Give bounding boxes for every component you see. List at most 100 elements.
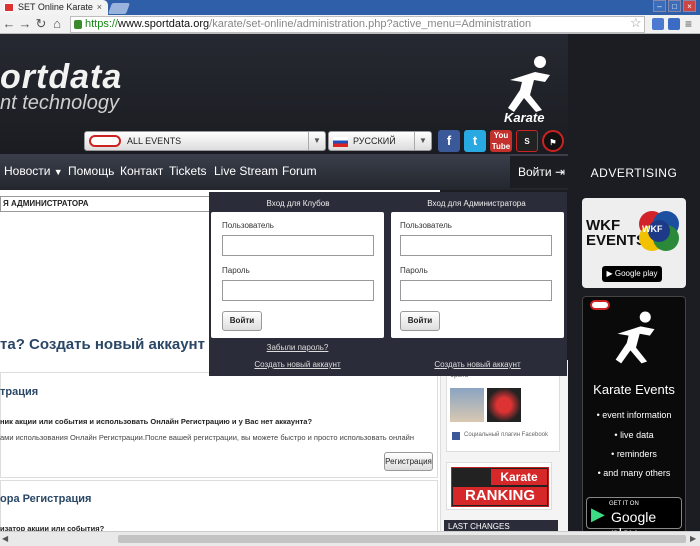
- close-window-icon[interactable]: ×: [683, 0, 696, 12]
- window-controls: – □ ×: [653, 0, 696, 13]
- section-title: трация: [0, 386, 39, 398]
- ranking-text: RANKING: [453, 487, 547, 505]
- scrollbar-thumb[interactable]: [118, 535, 686, 543]
- facebook-photo[interactable]: [487, 388, 521, 422]
- karate-app-icon[interactable]: ⚑: [542, 130, 564, 152]
- admin-password-input[interactable]: [400, 280, 552, 301]
- wkf-logo-text: WKF: [642, 224, 663, 234]
- admin-login-tab[interactable]: Я АДМИНИСТРАТОРА: [0, 196, 210, 212]
- russia-flag-icon: [333, 137, 348, 147]
- menu-icon[interactable]: ≡: [685, 17, 692, 31]
- wkf-events-ad[interactable]: WKF EVENTS WKF ▶ Google play: [582, 198, 686, 288]
- username-label: Пользователь: [222, 221, 274, 230]
- ke-feature: • live data: [614, 430, 654, 440]
- forward-icon[interactable]: →: [18, 16, 32, 32]
- url-scheme: https://: [85, 18, 119, 30]
- favicon-icon: [4, 3, 14, 12]
- address-bar[interactable]: https://www.sportdata.org/karate/set-onl…: [70, 16, 645, 33]
- nav-item-tickets[interactable]: Tickets: [169, 164, 207, 178]
- sportdata-logo-icon: [89, 135, 121, 147]
- facebook-icon[interactable]: f: [438, 130, 460, 152]
- login-icon: ⇥: [554, 165, 565, 179]
- minimize-icon[interactable]: –: [653, 0, 666, 12]
- ke-feature-label: event information: [602, 410, 672, 420]
- admin-username-input[interactable]: [400, 235, 552, 256]
- nav-item-news[interactable]: Новости ▼: [4, 164, 63, 178]
- scroll-left-icon[interactable]: ◀: [2, 534, 8, 543]
- ke-feature: • event information: [596, 410, 672, 420]
- event-select[interactable]: ALL EVENTS ▼: [84, 131, 326, 151]
- reload-icon[interactable]: ↻: [34, 16, 48, 32]
- wkf-ad-title: WKF EVENTS: [586, 217, 647, 249]
- maximize-icon[interactable]: □: [668, 0, 681, 12]
- club-create-account-link[interactable]: Создать новый аккаунт: [211, 360, 384, 369]
- ke-feature: • and many others: [597, 468, 671, 478]
- admin-create-account-link[interactable]: Создать новый аккаунт: [391, 360, 564, 369]
- nav-item-forum[interactable]: Forum: [282, 164, 317, 178]
- bookmark-star-icon[interactable]: ☆: [630, 15, 642, 31]
- twitter-icon[interactable]: t: [464, 130, 486, 152]
- home-icon[interactable]: ⌂: [50, 16, 64, 32]
- get-it-on-text: GET IT ON: [609, 501, 639, 507]
- club-login-title: Вход для Клубов: [266, 199, 330, 208]
- forgot-password-link[interactable]: Забыли пароль?: [211, 343, 384, 352]
- club-password-input[interactable]: [222, 280, 374, 301]
- login-nav-button[interactable]: Войти ⇥: [510, 156, 568, 188]
- browser-tab[interactable]: SET Online Karate ×: [0, 0, 108, 15]
- language-select-value: РУССКИЙ: [353, 136, 396, 146]
- url-path: /karate/set-online/administration.php?ac…: [209, 18, 532, 30]
- url-host: www.sportdata.org: [118, 18, 210, 30]
- nav-item-help[interactable]: Помощь: [68, 164, 114, 178]
- back-icon[interactable]: ←: [2, 16, 16, 32]
- facebook-icon: [452, 432, 460, 440]
- club-login-form: Пользователь Пароль Войти: [211, 212, 384, 338]
- nav-label: Новости: [4, 164, 51, 178]
- ke-feature-label: reminders: [616, 449, 657, 459]
- club-login-button[interactable]: Войти: [222, 311, 262, 331]
- karate-ranking-banner[interactable]: Karate RANKING: [446, 462, 552, 510]
- login-nav-label: Войти: [518, 165, 552, 179]
- chevron-down-icon: ▼: [414, 132, 431, 150]
- lock-icon: [74, 20, 82, 29]
- tab-title: SET Online Karate: [18, 2, 93, 12]
- karate-logo-text: Karate: [504, 110, 545, 125]
- google-play-label: Google play: [614, 269, 658, 278]
- site-logo-sub: nt technology: [0, 92, 119, 114]
- caret-down-icon: ▼: [53, 167, 63, 177]
- ke-feature-label: live data: [620, 430, 654, 440]
- language-select[interactable]: РУССКИЙ ▼: [328, 131, 432, 151]
- nav-item-live-stream[interactable]: Live Stream: [214, 164, 278, 178]
- admin-login-button[interactable]: Войти: [400, 311, 440, 331]
- register-button[interactable]: Регистрация: [384, 452, 433, 471]
- facebook-photo[interactable]: [450, 388, 484, 422]
- horizontal-scrollbar[interactable]: ◀ ▶: [0, 531, 700, 546]
- ke-feature: • reminders: [611, 449, 657, 459]
- club-username-input[interactable]: [222, 235, 374, 256]
- username-label: Пользователь: [400, 221, 452, 230]
- ke-feature-label: and many others: [603, 468, 671, 478]
- google-play-icon: ▶: [591, 504, 605, 524]
- chevron-down-icon: ▼: [308, 132, 325, 150]
- nav-item-contact[interactable]: Контакт: [120, 164, 163, 178]
- tab-close-icon[interactable]: ×: [97, 0, 102, 15]
- scroll-right-icon[interactable]: ▶: [690, 534, 696, 543]
- password-label: Пароль: [400, 266, 428, 275]
- google-play-badge-small[interactable]: ▶ Google play: [602, 266, 662, 282]
- section-text: ами использования Онлайн Регистрации.Пос…: [0, 433, 414, 442]
- extension-icon[interactable]: [652, 18, 664, 30]
- section-question: ник акции или события и использовать Онл…: [0, 417, 313, 426]
- ranking-karate-text: Karate: [491, 469, 547, 485]
- create-account-heading[interactable]: та? Создать новый аккаунт: [0, 336, 205, 353]
- event-select-value: ALL EVENTS: [127, 136, 182, 146]
- section-title: ора Регистрация: [0, 493, 92, 505]
- extension-icon[interactable]: [668, 18, 680, 30]
- karate-fighter-icon: [615, 311, 655, 364]
- facebook-plugin-label: Социальный плагин Facebook: [464, 432, 549, 438]
- karate-events-title: Karate Events: [593, 382, 675, 397]
- admin-login-title: Вход для Администратора: [427, 199, 526, 208]
- google-play-badge[interactable]: GET IT ON ▶ Google play: [586, 497, 682, 541]
- google-play-icon: ▶: [606, 269, 613, 278]
- sportdata-app-icon[interactable]: S: [516, 130, 538, 152]
- admin-login-form: Пользователь Пароль Войти: [391, 212, 564, 338]
- youtube-icon[interactable]: You Tube: [490, 130, 512, 152]
